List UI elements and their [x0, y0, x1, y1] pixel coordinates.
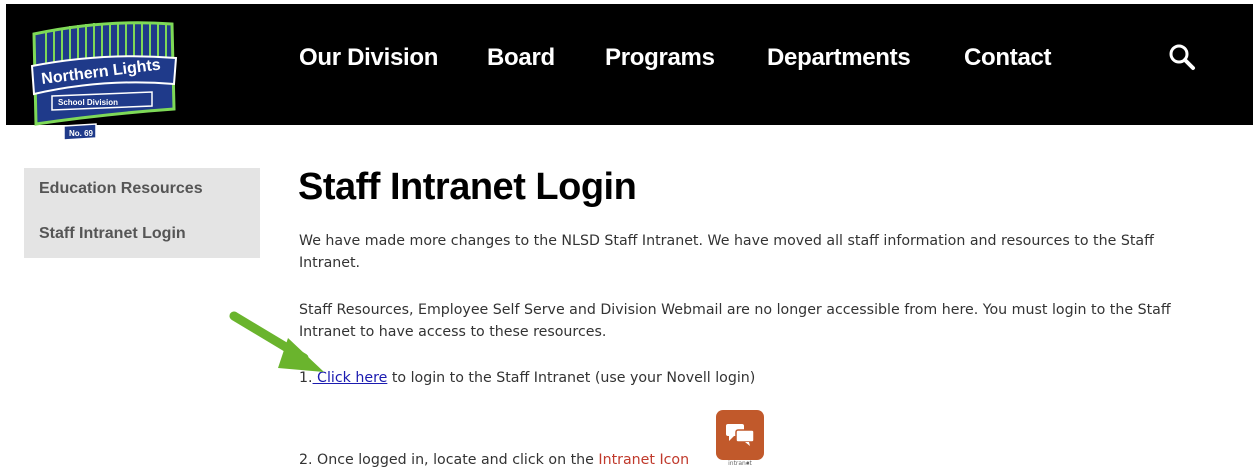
step-one: 1. Click here to login to the Staff Intr…	[299, 370, 755, 386]
intranet-app-icon: intranet	[716, 410, 764, 467]
step-one-text: to login to the Staff Intranet (use your…	[387, 370, 756, 386]
intro-paragraph: We have made more changes to the NLSD St…	[299, 233, 1154, 271]
search-icon[interactable]	[1168, 43, 1196, 71]
sidebar: Education Resources Staff Intranet Login	[24, 168, 260, 258]
nav-item-contact[interactable]: Contact	[964, 44, 1052, 72]
intranet-icon-label: intranet	[728, 460, 752, 467]
logo-subtitle: School Division	[58, 98, 118, 107]
page-title: Staff Intranet Login	[298, 166, 637, 208]
arrow-icon	[229, 311, 324, 372]
intranet-icon-text: Intranet Icon	[598, 452, 690, 468]
notice-paragraph: Staff Resources, Employee Self Serve and…	[299, 302, 1171, 340]
chat-bubbles-icon	[726, 424, 755, 446]
nav-item-departments[interactable]: Departments	[767, 44, 911, 72]
step-two-text: 2. Once logged in, locate and click on t…	[299, 452, 599, 468]
logo-number: No. 69	[69, 129, 94, 138]
step-two: 2. Once logged in, locate and click on t…	[299, 452, 750, 468]
sidebar-item-staff-intranet-login[interactable]: Staff Intranet Login	[39, 225, 186, 243]
northern-lights-logo[interactable]: Northern Lights School Division No. 69	[24, 14, 184, 154]
nav-item-programs[interactable]: Programs	[605, 44, 715, 72]
nav-item-board[interactable]: Board	[487, 44, 555, 72]
sidebar-item-education-resources[interactable]: Education Resources	[39, 180, 203, 198]
nav-item-our-division[interactable]: Our Division	[299, 44, 438, 72]
